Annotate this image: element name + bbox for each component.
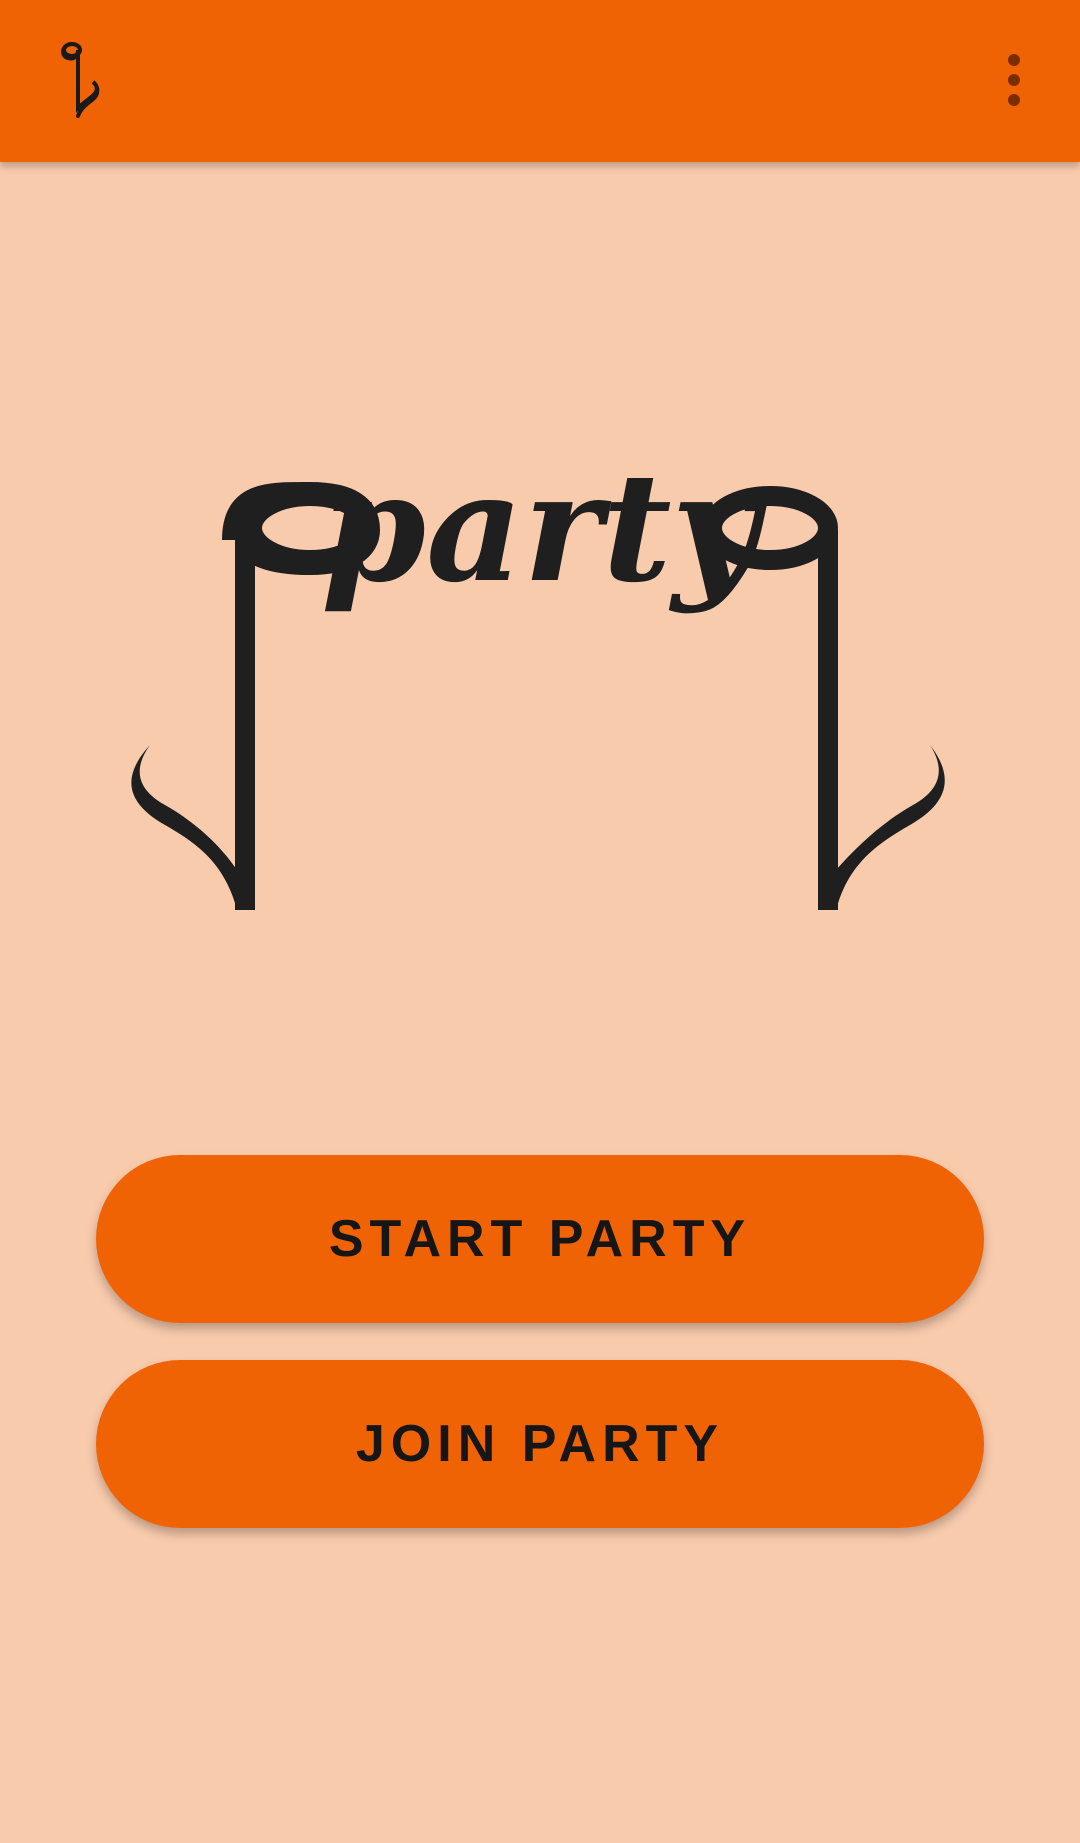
- left-note-flag: [131, 745, 237, 910]
- music-note-icon[interactable]: [58, 40, 112, 120]
- join-party-button[interactable]: JOIN PARTY: [96, 1360, 984, 1528]
- start-party-button[interactable]: START PARTY: [96, 1155, 984, 1323]
- more-options-button[interactable]: [990, 44, 1038, 116]
- app-bar: [0, 0, 1080, 162]
- right-note-flag: [836, 745, 945, 910]
- more-vert-icon: [1008, 54, 1020, 66]
- party-logo: party: [131, 470, 945, 910]
- logo-wordmark: party: [321, 470, 767, 616]
